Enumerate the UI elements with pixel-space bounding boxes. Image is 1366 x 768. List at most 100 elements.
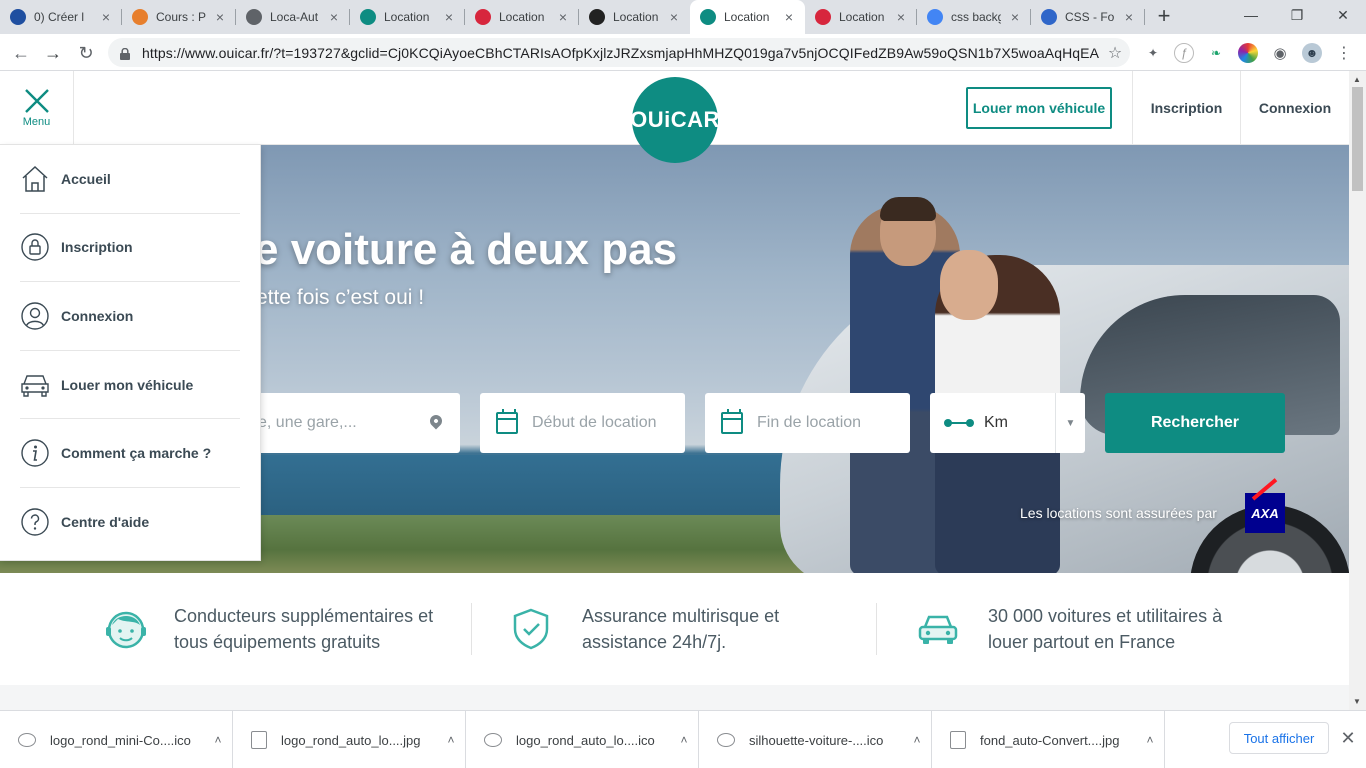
tab-title: Loca-Aut: [270, 10, 319, 24]
download-filename: logo_rond_mini-Co....ico: [50, 732, 191, 748]
start-date-input[interactable]: Début de location: [480, 393, 685, 453]
image-file-icon: [950, 731, 966, 749]
tab-title: CSS - For: [1065, 10, 1115, 24]
menu-toggle-button[interactable]: Menu: [0, 71, 74, 145]
side-menu-item-comment[interactable]: Comment ça marche ?: [20, 419, 240, 488]
close-download-bar-icon[interactable]: ✕: [1338, 729, 1358, 749]
info-icon: [20, 438, 50, 468]
car-icon: [20, 370, 50, 400]
new-tab-button[interactable]: +: [1152, 5, 1176, 29]
tab-title: css backg: [951, 10, 1001, 24]
calendar-icon: [496, 409, 518, 434]
close-tab-icon[interactable]: ×: [1007, 9, 1023, 25]
close-menu-icon: [24, 89, 49, 113]
end-date-placeholder: Fin de location: [757, 414, 862, 431]
chevron-up-icon[interactable]: ˄: [1136, 733, 1164, 747]
download-item[interactable]: silhouette-voiture-....ico ˄: [699, 711, 932, 768]
chevron-down-icon[interactable]: ▼: [1055, 393, 1085, 453]
show-all-downloads-button[interactable]: Tout afficher: [1229, 722, 1329, 754]
reload-icon[interactable]: ↻: [73, 40, 99, 66]
side-menu-label: Comment ça marche ?: [61, 445, 212, 462]
ico-file-icon: [484, 733, 502, 747]
download-filename: silhouette-voiture-....ico: [749, 732, 884, 748]
browser-menu-icon[interactable]: ⋮: [1334, 43, 1354, 63]
openclassrooms-icon: [132, 9, 148, 25]
close-tab-icon[interactable]: ×: [893, 9, 909, 25]
hero-title: e voiture à deux pas: [254, 225, 678, 274]
browser-tab[interactable]: Location ×: [350, 0, 465, 34]
google-icon: [927, 9, 943, 25]
features-section: Conducteurs supplémentaires et tous équi…: [0, 573, 1349, 685]
download-item[interactable]: logo_rond_auto_lo....ico ˄: [466, 711, 699, 768]
side-menu-label: Inscription: [61, 239, 133, 256]
start-date-placeholder: Début de location: [532, 414, 657, 431]
address-input[interactable]: e, une gare,...: [255, 393, 460, 453]
end-date-input[interactable]: Fin de location: [705, 393, 910, 453]
side-menu-label: Centre d'aide: [61, 514, 150, 531]
side-menu-item-connexion[interactable]: Connexion: [20, 282, 240, 351]
page-scrollbar[interactable]: ▲ ▼: [1349, 71, 1366, 710]
close-tab-icon[interactable]: ×: [666, 9, 682, 25]
chevron-up-icon[interactable]: ˄: [670, 733, 698, 747]
browser-tab-strip: 0) Créer l × Cours : Pr × Loca-Aut × Location ×…: [0, 0, 1366, 34]
close-tab-icon[interactable]: ×: [98, 9, 114, 25]
browser-tab[interactable]: Location ×: [465, 0, 579, 34]
connexion-link[interactable]: Connexion: [1240, 71, 1349, 145]
inscription-link[interactable]: Inscription: [1132, 71, 1240, 145]
download-item[interactable]: logo_rond_auto_lo....jpg ˄: [233, 711, 466, 768]
side-menu-item-louer[interactable]: Louer mon véhicule: [20, 351, 240, 420]
side-menu-item-inscription[interactable]: Inscription: [20, 214, 240, 283]
louer-vehicule-button[interactable]: Louer mon véhicule: [966, 87, 1112, 129]
bookmark-star-icon[interactable]: ☆: [1100, 43, 1130, 63]
scrollbar-thumb[interactable]: [1352, 87, 1363, 191]
browser-tab[interactable]: Location ×: [805, 0, 917, 34]
hero-man-hair: [880, 197, 936, 221]
close-tab-icon[interactable]: ×: [555, 9, 571, 25]
chevron-up-icon[interactable]: ˄: [903, 733, 931, 747]
chevron-up-icon[interactable]: ˄: [204, 733, 232, 747]
close-tab-icon[interactable]: ×: [212, 9, 228, 25]
scroll-up-icon[interactable]: ▲: [1353, 75, 1361, 84]
extension-feather-icon[interactable]: ƒ: [1174, 43, 1194, 63]
side-menu-label: Louer mon véhicule: [61, 376, 194, 393]
browser-tab[interactable]: 0) Créer l ×: [0, 0, 122, 34]
browser-tab[interactable]: Location ×: [579, 0, 690, 34]
browser-tab[interactable]: Location ×: [690, 0, 805, 34]
browser-tab[interactable]: Loca-Aut ×: [236, 0, 350, 34]
close-window-icon[interactable]: ✕: [1320, 0, 1366, 30]
extension-puzzle-gray-icon[interactable]: ✦: [1143, 43, 1163, 63]
side-menu-item-accueil[interactable]: Accueil: [20, 145, 240, 214]
ouicar-logo[interactable]: OUiCAR: [630, 77, 719, 163]
tab-title: Location: [613, 10, 659, 24]
location-pin-icon: [427, 412, 445, 430]
close-tab-icon[interactable]: ×: [1121, 9, 1137, 25]
extension-green-icon[interactable]: ❧: [1206, 43, 1226, 63]
close-tab-icon[interactable]: ×: [326, 9, 342, 25]
tab-separator: [1144, 9, 1145, 25]
search-button[interactable]: Rechercher: [1105, 393, 1285, 453]
feature-divider: [471, 603, 472, 655]
chevron-up-icon[interactable]: ˄: [437, 733, 465, 747]
browser-tab[interactable]: css backg ×: [917, 0, 1031, 34]
maximize-icon[interactable]: ❐: [1274, 0, 1320, 30]
address-bar[interactable]: https://www.ouicar.fr/?t=193727&gclid=Cj…: [108, 38, 1130, 67]
ico-file-icon: [18, 733, 36, 747]
back-icon[interactable]: ←: [8, 40, 34, 66]
scroll-down-icon[interactable]: ▼: [1353, 697, 1361, 706]
download-item[interactable]: logo_rond_mini-Co....ico ˄: [0, 711, 233, 768]
ouicar-icon: [360, 9, 376, 25]
profile-avatar-icon[interactable]: ☻: [1302, 43, 1322, 63]
browser-tab[interactable]: CSS - For ×: [1031, 0, 1145, 34]
browser-tab[interactable]: Cours : Pr ×: [122, 0, 236, 34]
extensions-puzzle-icon[interactable]: ◉: [1270, 43, 1290, 63]
extension-color-picker-icon[interactable]: [1238, 43, 1258, 63]
side-menu-item-aide[interactable]: Centre d'aide: [20, 488, 240, 557]
close-tab-icon[interactable]: ×: [441, 9, 457, 25]
minimize-icon[interactable]: —: [1228, 0, 1274, 30]
distance-select[interactable]: Km ▼: [930, 393, 1085, 453]
download-item[interactable]: fond_auto-Convert....jpg ˄: [932, 711, 1165, 768]
browser-toolbar: ← → ↻ https://www.ouicar.fr/?t=193727&gc…: [0, 34, 1366, 71]
forward-icon[interactable]: →: [40, 40, 66, 66]
close-tab-icon[interactable]: ×: [781, 9, 797, 25]
globe-icon: [246, 9, 262, 25]
